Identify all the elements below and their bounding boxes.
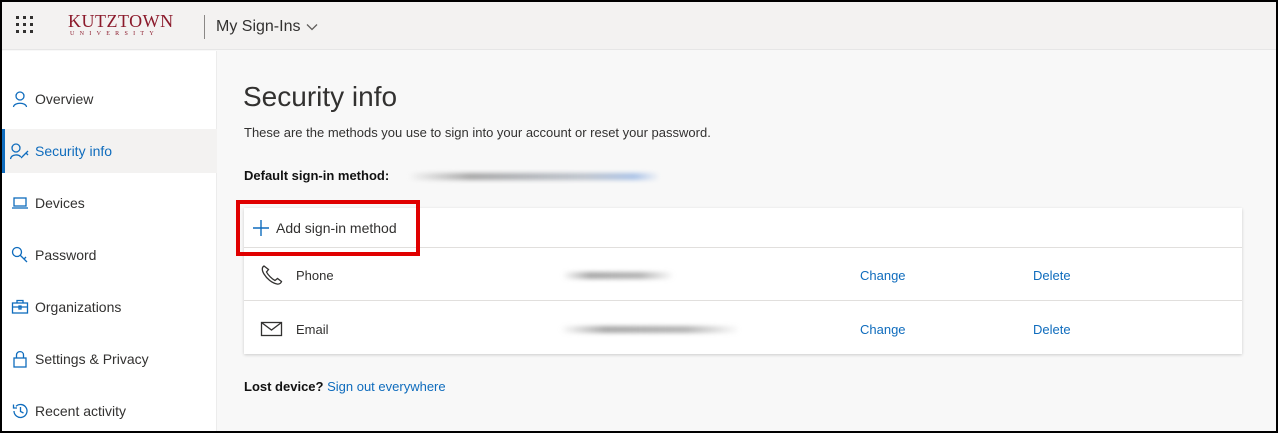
sidebar-item-label: Devices xyxy=(35,195,85,211)
sidebar-item-label: Password xyxy=(35,247,97,263)
sidebar-item-label: Organizations xyxy=(35,299,122,315)
history-icon xyxy=(10,401,30,421)
app-launcher-icon[interactable] xyxy=(16,16,34,34)
sidebar-item-label: Recent activity xyxy=(35,403,127,419)
add-method-row: Add sign-in method xyxy=(244,208,1242,248)
sidebar-item-devices[interactable]: Devices xyxy=(2,181,217,225)
logo-subtext: UNIVERSITY xyxy=(70,31,159,37)
envelope-icon xyxy=(260,321,283,337)
add-method-label: Add sign-in method xyxy=(276,219,397,236)
plus-icon xyxy=(253,219,269,236)
default-method-label: Default sign-in method: xyxy=(244,168,390,183)
sidebar-item-label: Settings & Privacy xyxy=(35,351,149,367)
laptop-icon xyxy=(10,193,30,213)
sidebar-item-overview[interactable]: Overview xyxy=(2,77,217,121)
main-content: Security info These are the methods you … xyxy=(218,51,1276,431)
lost-device-section: Lost device? Sign out everywhere xyxy=(244,379,446,394)
page-description: These are the methods you use to sign in… xyxy=(244,125,711,140)
app-switcher[interactable]: My Sign-Ins xyxy=(216,18,318,36)
delete-phone-link[interactable]: Delete xyxy=(1033,268,1071,283)
key-icon xyxy=(10,245,30,265)
logo-text: KUTZTOWN xyxy=(68,11,174,31)
sidebar-item-security-info[interactable]: Security info xyxy=(2,129,217,173)
method-label: Email xyxy=(296,322,329,337)
sign-out-everywhere-link[interactable]: Sign out everywhere xyxy=(327,379,446,394)
window-frame: KUTZTOWN UNIVERSITY My Sign-Ins Overview… xyxy=(0,0,1278,433)
redacted-phone-value xyxy=(562,272,674,279)
redacted-email-value xyxy=(560,326,740,333)
methods-card: Add sign-in method Phone Change Delete E… xyxy=(244,208,1242,354)
page-title: Security info xyxy=(243,81,398,112)
sidebar-item-label: Overview xyxy=(35,91,94,107)
add-sign-in-method-button[interactable]: Add sign-in method xyxy=(252,219,397,237)
method-row-email: Email Change Delete xyxy=(244,302,1242,355)
redacted-default-method xyxy=(408,173,660,180)
method-row-phone: Phone Change Delete xyxy=(244,248,1242,301)
lost-device-label: Lost device? xyxy=(244,379,324,394)
app-name: My Sign-Ins xyxy=(216,18,301,35)
sidebar-item-password[interactable]: Password xyxy=(2,233,217,277)
method-label: Phone xyxy=(296,268,334,283)
sidebar-item-organizations[interactable]: Organizations xyxy=(2,285,217,329)
change-phone-link[interactable]: Change xyxy=(860,268,906,283)
change-email-link[interactable]: Change xyxy=(860,322,906,337)
delete-email-link[interactable]: Delete xyxy=(1033,322,1071,337)
phone-icon xyxy=(261,265,283,285)
sidebar: Overview Security info Devices Password … xyxy=(2,51,217,431)
university-logo[interactable]: KUTZTOWN UNIVERSITY xyxy=(68,11,174,40)
sidebar-item-settings-privacy[interactable]: Settings & Privacy xyxy=(2,337,217,381)
header-divider xyxy=(204,15,205,39)
top-bar: KUTZTOWN UNIVERSITY My Sign-Ins xyxy=(2,2,1276,50)
person-key-icon xyxy=(10,141,30,161)
chevron-down-icon xyxy=(307,24,318,31)
briefcase-icon xyxy=(10,297,30,317)
sidebar-item-recent-activity[interactable]: Recent activity xyxy=(2,389,217,431)
lock-icon xyxy=(10,349,30,369)
sidebar-item-label: Security info xyxy=(35,143,113,159)
person-icon xyxy=(10,89,30,109)
